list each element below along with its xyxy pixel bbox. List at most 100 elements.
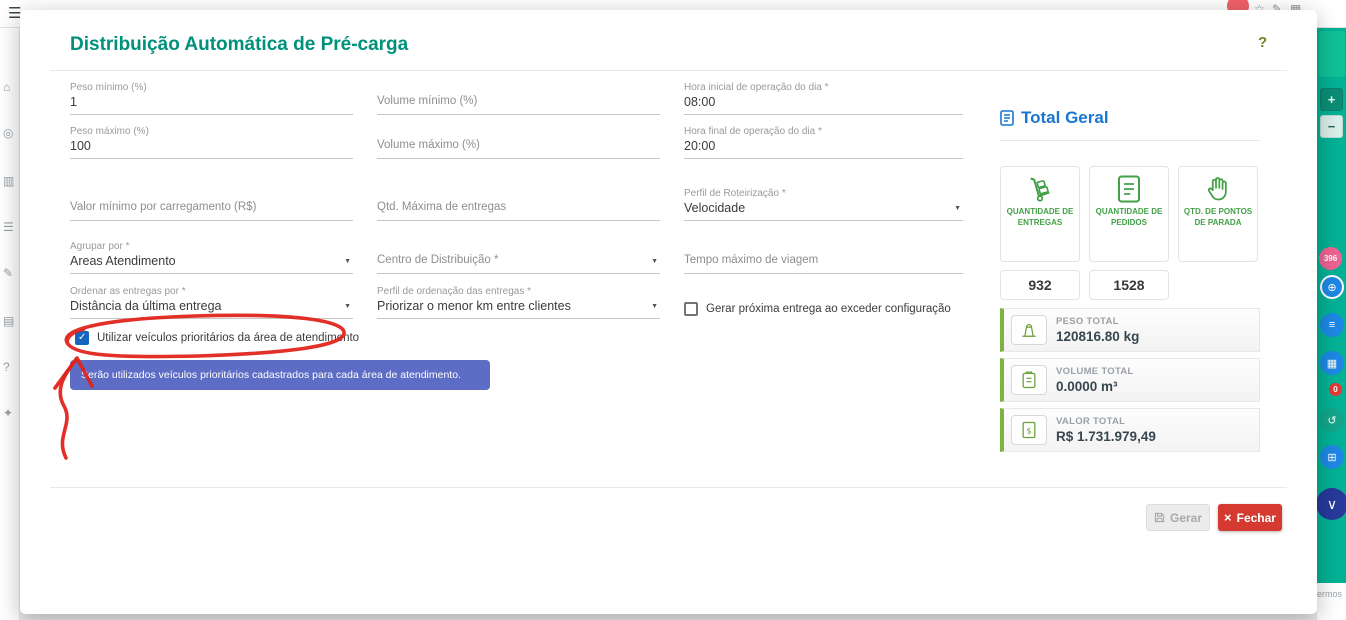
- card-entregas: QUANTIDADE DE ENTREGAS: [1000, 166, 1080, 262]
- select-perfil-roteirizacao: Perfil de Roteirização * Velocidade ▼: [684, 188, 963, 221]
- field-placeholder[interactable]: Valor mínimo por carregamento (R$): [70, 201, 353, 218]
- check-icon: ✓: [78, 333, 87, 343]
- summary-text: VALOR TOTAL R$ 1.731.979,49: [1056, 416, 1156, 444]
- zoom-out-button[interactable]: −: [1320, 115, 1343, 138]
- select-agrupar-por: Agrupar por * Areas Atendimento ▼: [70, 241, 353, 274]
- list-icon[interactable]: ☰: [3, 220, 14, 234]
- modal-title: Distribuição Automática de Pré-carga: [70, 34, 408, 56]
- field-label: [377, 241, 660, 254]
- field-hora-inicial: Hora inicial de operação do dia * 08:00: [684, 82, 963, 115]
- clipboard-icon: [1011, 365, 1047, 395]
- modal-distribuicao-automatica: Distribuição Automática de Pré-carga ? P…: [20, 10, 1317, 614]
- document-icon: [1116, 174, 1142, 204]
- pedidos-count: 1528: [1089, 270, 1169, 300]
- fechar-button[interactable]: × Fechar: [1218, 504, 1282, 531]
- chevron-down-icon[interactable]: ▼: [651, 258, 658, 265]
- field-value[interactable]: 100: [70, 139, 353, 156]
- map-control-block: [1319, 31, 1345, 77]
- select-centro-distribuicao: Centro de Distribuição * ▼: [377, 241, 660, 274]
- select-placeholder[interactable]: Centro de Distribuição *: [377, 254, 660, 271]
- edit-icon[interactable]: ✎: [3, 266, 13, 280]
- tools-icon[interactable]: ✦: [3, 406, 13, 420]
- field-placeholder[interactable]: Qtd. Máxima de entregas: [377, 201, 660, 218]
- left-sidebar: ⌂ ◎ ▥ ☰ ✎ ▤ ? ✦: [0, 28, 20, 620]
- summary-label: VALOR TOTAL: [1056, 416, 1156, 427]
- field-placeholder[interactable]: Tempo máximo de viagem: [684, 254, 963, 271]
- map-extra-button[interactable]: ⊞: [1320, 445, 1344, 469]
- card-label: QUANTIDADE DE PEDIDOS: [1090, 207, 1168, 229]
- gerar-button[interactable]: Gerar: [1146, 504, 1210, 531]
- report-icon: [1000, 110, 1014, 126]
- field-underline: [70, 158, 353, 159]
- field-label: [377, 188, 660, 201]
- help-icon[interactable]: ?: [1258, 34, 1267, 51]
- field-underline: [70, 220, 353, 221]
- field-underline: [684, 220, 963, 221]
- field-underline: [377, 114, 660, 115]
- select-value[interactable]: Areas Atendimento: [70, 254, 353, 271]
- chevron-down-icon[interactable]: ▼: [344, 258, 351, 265]
- field-peso-maximo: Peso máximo (%) 100: [70, 126, 353, 159]
- zoom-in-button[interactable]: +: [1320, 88, 1343, 111]
- collapse-button[interactable]: ∨: [1316, 488, 1346, 520]
- field-value[interactable]: 08:00: [684, 95, 963, 112]
- field-underline: [377, 158, 660, 159]
- chart-icon[interactable]: ▥: [3, 174, 14, 188]
- field-placeholder[interactable]: Volume mínimo (%): [377, 95, 660, 112]
- field-value[interactable]: 1: [70, 95, 353, 112]
- refresh-button[interactable]: ↺: [1320, 408, 1344, 432]
- svg-text:$: $: [1026, 425, 1031, 435]
- summary-value: 120816.80 kg: [1056, 329, 1139, 344]
- help-icon[interactable]: ?: [3, 360, 10, 374]
- card-pedidos: QUANTIDADE DE PEDIDOS: [1089, 166, 1169, 262]
- select-perfil-ordenacao: Perfil de ordenação das entregas * Prior…: [377, 286, 660, 319]
- search-icon[interactable]: ◎: [3, 126, 13, 140]
- info-tooltip: Serão utilizados veículos prioritários c…: [70, 360, 490, 390]
- home-icon[interactable]: ⌂: [3, 80, 10, 94]
- total-geral-header: Total Geral: [1000, 108, 1109, 128]
- summary-label: VOLUME TOTAL: [1056, 366, 1134, 377]
- field-label: Ordenar as entregas por *: [70, 286, 353, 299]
- select-value[interactable]: Distância da última entrega: [70, 299, 353, 316]
- select-ordenar-entregas: Ordenar as entregas por * Distância da ú…: [70, 286, 353, 319]
- field-label: [377, 82, 660, 95]
- gerar-button-label: Gerar: [1170, 511, 1202, 525]
- select-value[interactable]: Priorizar o menor km entre clientes: [377, 299, 660, 316]
- map-grid-button[interactable]: ▦: [1320, 351, 1344, 375]
- field-label: Perfil de ordenação das entregas *: [377, 286, 660, 299]
- total-geral-title: Total Geral: [1021, 108, 1109, 128]
- field-underline: [377, 220, 660, 221]
- field-peso-minimo: Peso mínimo (%) 1: [70, 82, 353, 115]
- summary-valor-total: $ VALOR TOTAL R$ 1.731.979,49: [1000, 408, 1260, 452]
- checkbox-label: Gerar próxima entrega ao exceder configu…: [706, 303, 951, 315]
- select-value[interactable]: Velocidade: [684, 201, 963, 218]
- summary-text: PESO TOTAL 120816.80 kg: [1056, 316, 1139, 344]
- field-underline: [684, 273, 963, 274]
- save-icon: [1154, 512, 1165, 523]
- field-value[interactable]: 20:00: [684, 139, 963, 156]
- field-label: Peso máximo (%): [70, 126, 353, 139]
- summary-label: PESO TOTAL: [1056, 316, 1139, 327]
- summary-value: 0.0000 m³: [1056, 379, 1134, 394]
- checkbox-label: Utilizar veículos prioritários da área d…: [97, 332, 359, 344]
- map-layers-button[interactable]: ⊕: [1320, 275, 1344, 299]
- app-screen: ☰ ☆ ✎ ▦ ⌂ ◎ ▥ ☰ ✎ ▤ ? ✦ + − 396 ⊕ ≡ ▦ 0 …: [0, 0, 1346, 620]
- checkbox-veiculos-prioritarios[interactable]: ✓ Utilizar veículos prioritários da área…: [75, 331, 359, 345]
- summary-peso-total: PESO TOTAL 120816.80 kg: [1000, 308, 1260, 352]
- document-icon[interactable]: ▤: [3, 314, 14, 328]
- checkbox-gerar-proxima[interactable]: Gerar próxima entrega ao exceder configu…: [684, 302, 951, 316]
- chevron-down-icon[interactable]: ▼: [651, 303, 658, 310]
- field-placeholder[interactable]: Volume máximo (%): [377, 139, 660, 156]
- map-list-button[interactable]: ≡: [1320, 313, 1344, 337]
- checkbox-checked[interactable]: ✓: [75, 331, 89, 345]
- checkbox-unchecked[interactable]: [684, 302, 698, 316]
- summary-volume-total: VOLUME TOTAL 0.0000 m³: [1000, 358, 1260, 402]
- field-label: [377, 126, 660, 139]
- field-hora-final: Hora final de operação do dia * 20:00: [684, 126, 963, 159]
- chevron-down-icon[interactable]: ▼: [954, 205, 961, 212]
- field-underline: [684, 158, 963, 159]
- fechar-button-label: Fechar: [1237, 511, 1276, 525]
- chevron-down-icon[interactable]: ▼: [344, 303, 351, 310]
- zero-badge: 0: [1329, 383, 1342, 396]
- field-label: Perfil de Roteirização *: [684, 188, 963, 201]
